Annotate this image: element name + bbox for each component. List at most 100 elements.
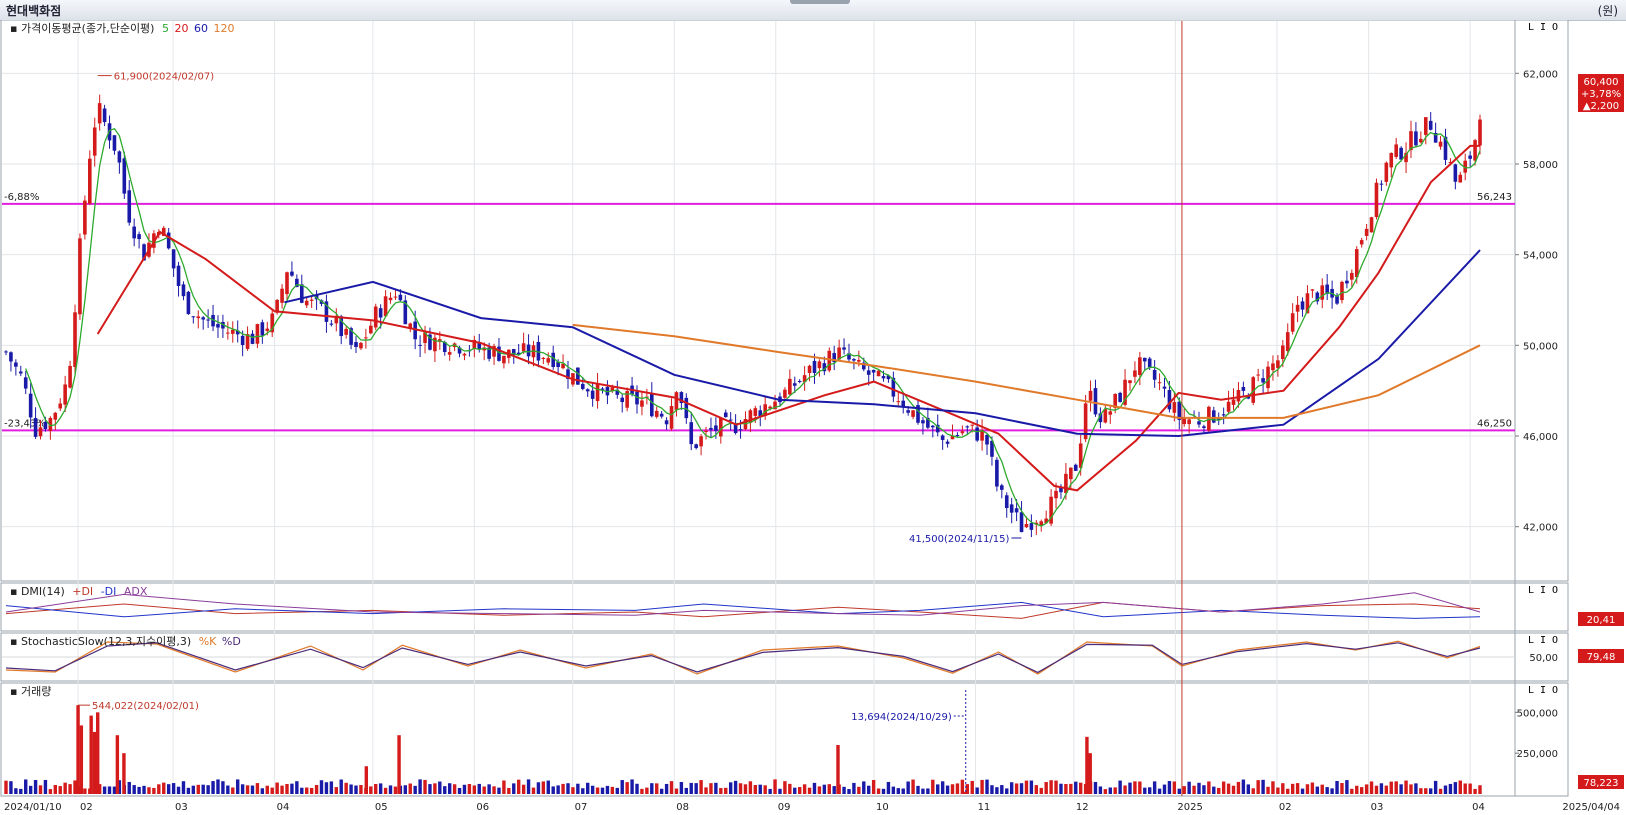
volume-bar <box>674 788 679 794</box>
drag-handle[interactable] <box>790 0 850 4</box>
candle-down <box>216 324 220 328</box>
volume-bar <box>1029 780 1034 794</box>
pane-button-o[interactable]: O <box>1552 22 1558 33</box>
stock-chart[interactable]: -6,88% 56,243-23,43% 46,250 61,900(2024/02… <box>0 20 1626 815</box>
volume-bar <box>107 786 112 794</box>
volume-bar <box>842 786 846 794</box>
pane-button-l[interactable]: L <box>1528 22 1534 33</box>
volume-bar <box>171 783 176 794</box>
candle-up <box>373 306 378 328</box>
pane-button-o[interactable]: O <box>1552 585 1558 596</box>
volume-collapse-icon[interactable]: ▪ <box>10 685 21 698</box>
candle-down <box>1019 512 1024 533</box>
volume-bar <box>595 787 600 794</box>
volume-bar <box>265 785 269 794</box>
volume-bar <box>536 782 541 794</box>
price-pane[interactable] <box>0 20 1569 582</box>
candle-up <box>1359 240 1364 245</box>
candle-up <box>1423 117 1428 135</box>
candle-down <box>127 190 132 223</box>
candle-up <box>669 406 674 429</box>
volume-bar <box>1345 780 1349 794</box>
last-change: ▲2,200 <box>1583 101 1619 112</box>
volume-bar <box>235 779 240 794</box>
volume-bar <box>699 780 703 794</box>
dmi-collapse-icon[interactable]: ▪ <box>10 585 21 598</box>
candle-down <box>186 291 191 315</box>
volume-bar <box>1103 789 1108 794</box>
volume-bar <box>196 784 200 794</box>
volume-bar <box>886 781 891 794</box>
candle-up <box>1187 419 1191 425</box>
stochastic-k-legend: %K <box>199 635 217 648</box>
volume-bar <box>714 782 718 794</box>
candle-up <box>1236 390 1241 402</box>
candle-down <box>43 421 48 430</box>
volume-bar <box>1256 780 1260 794</box>
candle-down <box>1345 280 1349 284</box>
volume-bar <box>758 784 762 794</box>
volume-bar <box>403 785 408 794</box>
candle-up <box>1281 345 1285 360</box>
volume-spike-bar <box>96 712 100 794</box>
volume-bar <box>413 785 417 794</box>
pane-button-l[interactable]: L <box>1528 685 1534 696</box>
pane-button-o[interactable]: O <box>1552 635 1558 646</box>
volume-bar <box>112 786 117 794</box>
candle-up <box>704 430 708 433</box>
price-pane-controls: L I O <box>1528 22 1558 33</box>
volume-bar <box>985 779 989 794</box>
volume-bar <box>176 786 181 794</box>
volume-bar <box>1182 786 1186 794</box>
volume-bar <box>995 787 999 794</box>
volume-bar <box>921 788 925 794</box>
pane-button-l[interactable]: L <box>1528 635 1534 646</box>
price-collapse-icon[interactable]: ▪ <box>10 22 21 35</box>
volume-bar <box>231 787 235 794</box>
volume-bar <box>1379 783 1384 794</box>
ma5-legend: 5 <box>162 22 169 35</box>
pane-button-i[interactable]: I <box>1540 22 1546 33</box>
volume-pane[interactable] <box>0 682 1569 797</box>
volume-bar <box>408 783 412 794</box>
volume-bar <box>1335 781 1339 794</box>
volume-spike-bar <box>79 725 84 794</box>
dmi-pane[interactable] <box>0 582 1569 632</box>
volume-spike-bar <box>122 753 126 794</box>
candle-down <box>738 429 743 431</box>
candle-down <box>1211 410 1216 423</box>
volume-bar <box>1359 787 1364 794</box>
candle-up <box>285 272 289 295</box>
candle-down <box>1197 421 1201 425</box>
pane-button-i[interactable]: I <box>1540 635 1546 646</box>
candle-up <box>38 427 43 437</box>
pane-button-i[interactable]: I <box>1540 585 1546 596</box>
pane-button-o[interactable]: O <box>1552 685 1558 696</box>
volume-bar <box>314 784 319 794</box>
candle-up <box>1064 473 1068 494</box>
volume-bar <box>975 787 979 794</box>
volume-bar <box>901 788 905 794</box>
volume-spike-bar <box>89 715 93 794</box>
candle-up <box>640 400 644 407</box>
pane-button-i[interactable]: I <box>1540 685 1546 696</box>
x-tick-label: 06 <box>476 802 489 813</box>
volume-bar <box>1394 781 1398 794</box>
candle-up <box>1419 138 1423 143</box>
candle-down <box>1202 426 1206 428</box>
candle-down <box>985 434 989 445</box>
volume-bar <box>142 785 146 794</box>
volume-bar <box>778 788 782 794</box>
dmi-adx-legend: ADX <box>124 585 148 598</box>
candle-up <box>699 436 703 447</box>
volume-bar <box>620 780 624 794</box>
stochastic-collapse-icon[interactable]: ▪ <box>10 635 21 648</box>
volume-bar <box>462 784 467 794</box>
candle-down <box>1093 388 1098 415</box>
volume-bar <box>1286 788 1290 794</box>
volume-bar <box>1241 779 1246 794</box>
candle-down <box>1014 508 1019 513</box>
candle-up <box>817 361 822 369</box>
pane-button-l[interactable]: L <box>1528 585 1534 596</box>
volume-bar <box>541 781 546 794</box>
